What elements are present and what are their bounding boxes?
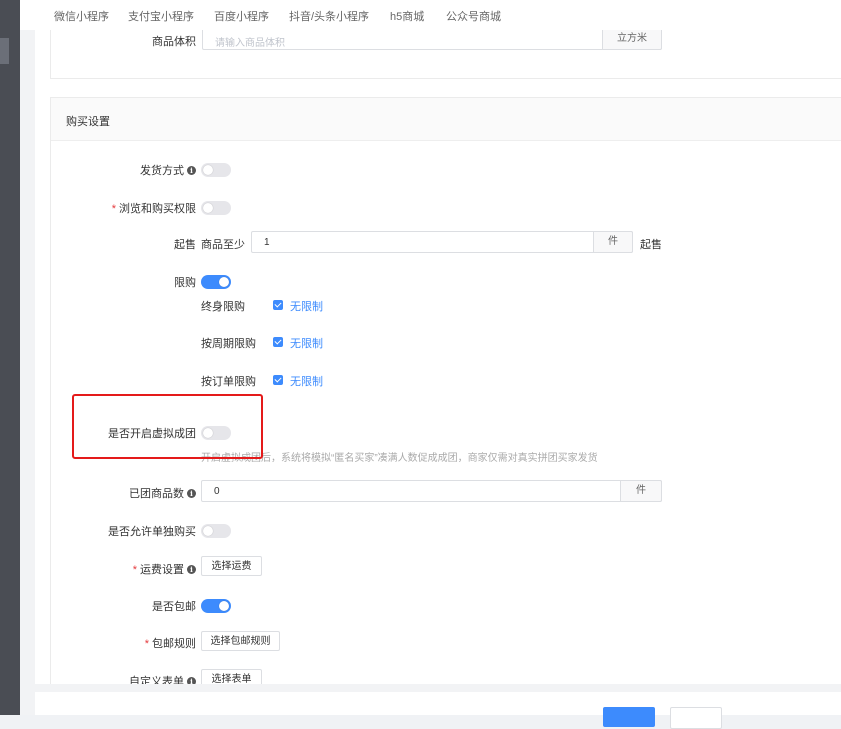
min-sale-prefix: 商品至少: [201, 239, 245, 251]
period-limit-label: 按周期限购: [201, 338, 256, 350]
order-limit-checkbox[interactable]: [273, 375, 283, 385]
limit-label: 限购: [174, 277, 196, 289]
grouped-count-value: 0: [214, 486, 220, 497]
info-icon[interactable]: i: [187, 166, 196, 175]
info-icon[interactable]: i: [187, 677, 196, 684]
volume-input[interactable]: 请输入商品体积 立方米: [202, 30, 662, 50]
grouped-count-input[interactable]: 0 件: [201, 480, 662, 502]
save-button[interactable]: [603, 707, 655, 727]
solo-buy-label: 是否允许单独购买: [108, 526, 196, 538]
info-icon[interactable]: i: [187, 489, 196, 498]
grouped-count-label: 已团商品数 i: [129, 485, 196, 501]
free-shipping-switch[interactable]: [201, 599, 231, 613]
tab-baidu-miniprogram[interactable]: 百度小程序: [214, 8, 269, 24]
volume-placeholder: 请输入商品体积: [215, 38, 285, 49]
tab-wechat-miniprogram[interactable]: 微信小程序: [54, 8, 109, 24]
freight-label: * 运费设置 i: [133, 561, 196, 577]
free-rule-label: * 包邮规则: [144, 638, 196, 650]
shipping-method-switch[interactable]: [201, 163, 231, 177]
volume-card: 商品体积 请输入商品体积 立方米: [50, 30, 841, 79]
cancel-button[interactable]: [670, 707, 722, 729]
card-header: 购买设置: [51, 98, 841, 141]
custom-form-label: 自定义表单 i: [129, 673, 196, 684]
solo-buy-switch[interactable]: [201, 524, 231, 538]
grouped-count-unit: 件: [620, 480, 662, 502]
select-form-button[interactable]: 选择表单: [201, 669, 262, 684]
shipping-method-label: 发货方式 i: [140, 162, 196, 178]
tab-h5-mall[interactable]: h5商城: [390, 8, 424, 24]
order-limit-label: 按订单限购: [201, 376, 256, 388]
tab-alipay-miniprogram[interactable]: 支付宝小程序: [128, 8, 194, 24]
min-sale-value: 1: [264, 237, 270, 248]
min-sale-label: 起售: [174, 239, 196, 251]
volume-label: 商品体积: [152, 36, 196, 48]
lifetime-limit-option[interactable]: 无限制: [290, 298, 323, 314]
browse-permission-label: * 浏览和购买权限: [111, 203, 196, 215]
order-limit-option[interactable]: 无限制: [290, 373, 323, 389]
min-sale-unit: 件: [593, 231, 633, 253]
card-title: 购买设置: [66, 116, 110, 128]
left-sidebar: [0, 0, 20, 715]
tab-official-account-mall[interactable]: 公众号商城: [446, 8, 501, 24]
browse-permission-switch[interactable]: [201, 201, 231, 215]
select-freight-button[interactable]: 选择运费: [201, 556, 262, 576]
footer-bar: [35, 692, 841, 729]
info-icon[interactable]: i: [187, 565, 196, 574]
volume-unit: 立方米: [602, 30, 662, 50]
free-shipping-label: 是否包邮: [152, 601, 196, 613]
min-sale-suffix: 起售: [640, 239, 662, 251]
tab-douyin-miniprogram[interactable]: 抖音/头条小程序: [289, 8, 369, 24]
lifetime-limit-label: 终身限购: [201, 301, 245, 313]
min-sale-input[interactable]: 1 件: [251, 231, 633, 253]
platform-tabs: 微信小程序 支付宝小程序 百度小程序 抖音/头条小程序 h5商城 公众号商城: [20, 0, 841, 30]
period-limit-option[interactable]: 无限制: [290, 335, 323, 351]
select-free-rule-button[interactable]: 选择包邮规则: [201, 631, 280, 651]
highlight-annotation: [72, 394, 263, 459]
form-scroll-area[interactable]: 商品体积 请输入商品体积 立方米 购买设置 发货方式 i * 浏览和购买权限 起售 …: [35, 30, 841, 684]
purchase-settings-card: 购买设置 发货方式 i * 浏览和购买权限 起售 商品至少 1 件 起售 限购 终身…: [50, 97, 841, 684]
period-limit-checkbox[interactable]: [273, 337, 283, 347]
sidebar-active-marker: [0, 38, 9, 64]
lifetime-limit-checkbox[interactable]: [273, 300, 283, 310]
limit-switch[interactable]: [201, 275, 231, 289]
